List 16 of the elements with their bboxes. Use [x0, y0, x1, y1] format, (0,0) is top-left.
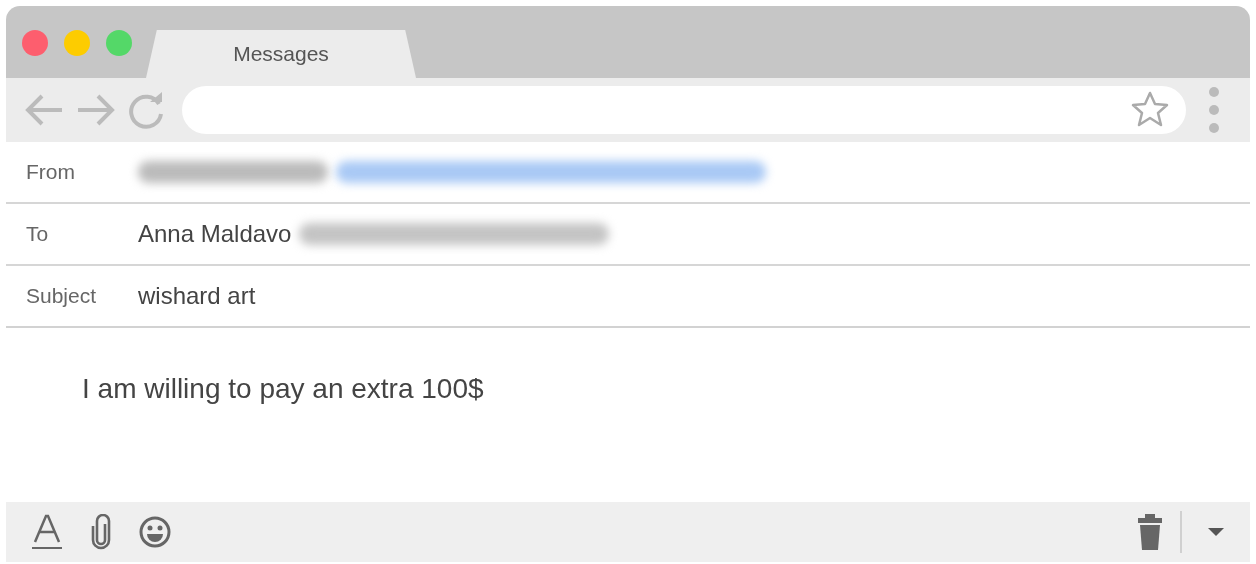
browser-tab[interactable]: Messages — [146, 30, 416, 78]
zoom-button[interactable] — [106, 30, 132, 56]
caret-icon[interactable] — [1206, 526, 1226, 538]
text-format-icon[interactable] — [30, 514, 64, 550]
smiley-icon[interactable] — [138, 515, 172, 549]
address-field[interactable] — [182, 86, 1186, 134]
field-label: To — [26, 222, 49, 246]
field-label: Subject — [26, 284, 97, 308]
trash-icon[interactable] — [1136, 513, 1164, 551]
field-value: wishard art — [138, 281, 256, 311]
close-button[interactable] — [22, 30, 48, 56]
minimize-button[interactable] — [64, 30, 90, 56]
field-value: Anna Maldavo — [138, 219, 292, 249]
message-text: I am willing to pay an extra 100$ — [82, 373, 484, 404]
reload-icon[interactable] — [126, 90, 166, 130]
field-label: From — [26, 160, 75, 184]
